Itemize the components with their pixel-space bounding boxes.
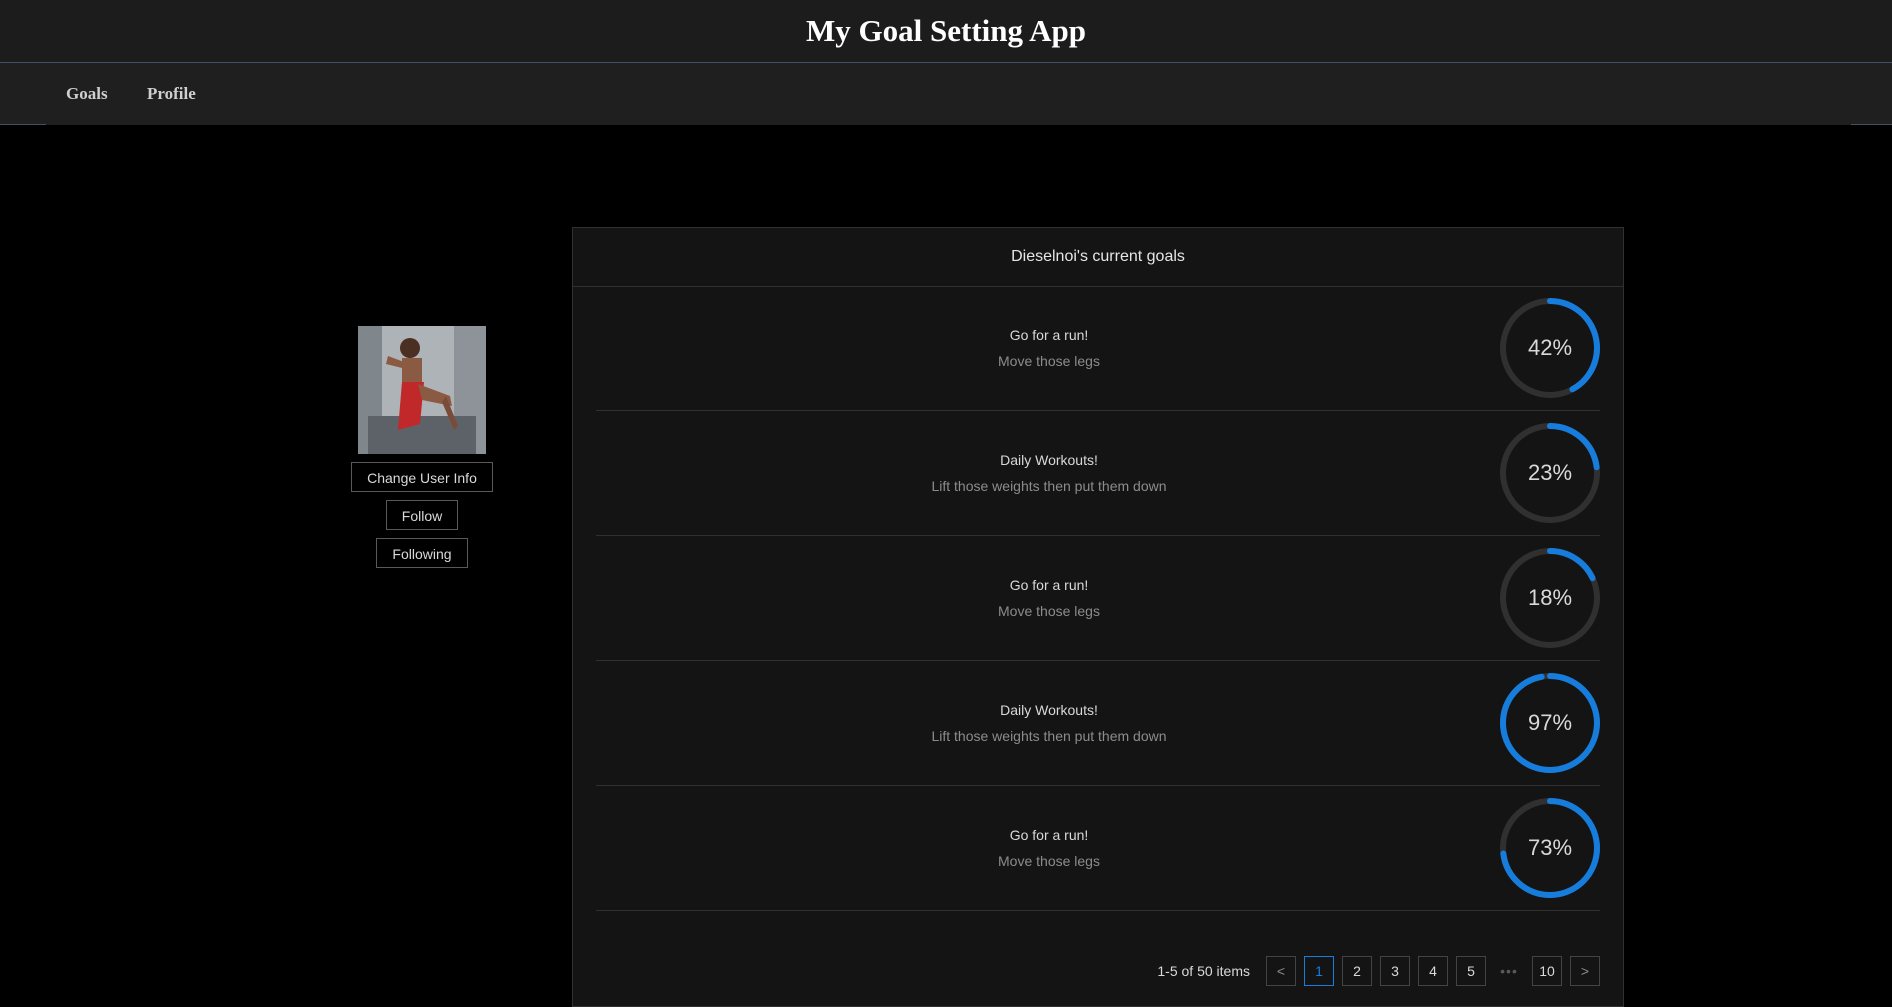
goal-description: Lift those weights then put them down bbox=[931, 728, 1167, 744]
goal-title: Go for a run! bbox=[1009, 827, 1089, 843]
app-header: My Goal Setting App bbox=[0, 0, 1892, 63]
goal-progress-circle: 97% bbox=[1500, 673, 1600, 773]
page-5-button[interactable]: 5 bbox=[1456, 956, 1486, 986]
page-4-button[interactable]: 4 bbox=[1418, 956, 1448, 986]
app-title: My Goal Setting App bbox=[806, 13, 1086, 48]
nav-bar: Goals Profile bbox=[0, 63, 1892, 125]
goal-item[interactable]: Daily Workouts! Lift those weights then … bbox=[596, 661, 1600, 786]
goal-progress-circle: 42% bbox=[1500, 298, 1600, 398]
goal-description: Move those legs bbox=[998, 853, 1100, 869]
goal-title: Go for a run! bbox=[1009, 577, 1089, 593]
goal-progress-label: 97% bbox=[1527, 710, 1573, 735]
following-button[interactable]: Following bbox=[376, 538, 468, 568]
goal-progress-label: 42% bbox=[1527, 335, 1573, 360]
pagination-ellipsis[interactable]: ••• bbox=[1494, 956, 1524, 986]
page-1-button[interactable]: 1 bbox=[1304, 956, 1334, 986]
goal-progress-circle: 73% bbox=[1500, 798, 1600, 898]
nav-item-profile[interactable]: Profile bbox=[147, 63, 196, 125]
pagination: 1-5 of 50 items < 1 2 3 4 5 ••• 10 > bbox=[573, 956, 1600, 986]
goal-text: Go for a run! Move those legs bbox=[596, 786, 1502, 910]
goal-text: Daily Workouts! Lift those weights then … bbox=[596, 661, 1502, 785]
goal-description: Lift those weights then put them down bbox=[931, 478, 1167, 494]
change-user-info-button[interactable]: Change User Info bbox=[351, 462, 493, 492]
goals-card-header: Dieselnoi's current goals bbox=[573, 228, 1623, 287]
goal-progress-circle: 23% bbox=[1500, 423, 1600, 523]
goal-progress-label: 73% bbox=[1527, 835, 1573, 860]
goal-item[interactable]: Daily Workouts! Lift those weights then … bbox=[596, 411, 1600, 536]
goal-title: Daily Workouts! bbox=[1000, 702, 1098, 718]
goal-description: Move those legs bbox=[998, 353, 1100, 369]
profile-panel: Change User Info Follow Following bbox=[340, 326, 504, 568]
goal-title: Daily Workouts! bbox=[1000, 452, 1098, 468]
pagination-total: 1-5 of 50 items bbox=[1157, 963, 1250, 979]
nav-divider bbox=[0, 124, 46, 125]
page-3-button[interactable]: 3 bbox=[1380, 956, 1410, 986]
page-10-button[interactable]: 10 bbox=[1532, 956, 1562, 986]
goal-list: Go for a run! Move those legs 42% Daily … bbox=[596, 286, 1600, 911]
goal-text: Go for a run! Move those legs bbox=[596, 536, 1502, 660]
goal-progress-label: 23% bbox=[1527, 460, 1573, 485]
chevron-right-icon: > bbox=[1580, 963, 1590, 979]
goals-card: Dieselnoi's current goals Go for a run! … bbox=[572, 227, 1624, 1007]
goal-text: Daily Workouts! Lift those weights then … bbox=[596, 411, 1502, 535]
goal-progress-circle: 18% bbox=[1500, 548, 1600, 648]
avatar-photo bbox=[358, 326, 486, 454]
next-page-button[interactable]: > bbox=[1570, 956, 1600, 986]
goal-title: Go for a run! bbox=[1009, 327, 1089, 343]
page-2-button[interactable]: 2 bbox=[1342, 956, 1372, 986]
nav-item-goals[interactable]: Goals bbox=[66, 63, 108, 125]
goal-item[interactable]: Go for a run! Move those legs 18% bbox=[596, 536, 1600, 661]
goal-text: Go for a run! Move those legs bbox=[596, 286, 1502, 410]
goal-item[interactable]: Go for a run! Move those legs 73% bbox=[596, 786, 1600, 911]
nav-divider bbox=[1851, 124, 1892, 125]
goal-item[interactable]: Go for a run! Move those legs 42% bbox=[596, 286, 1600, 411]
avatar bbox=[358, 326, 486, 454]
prev-page-button[interactable]: < bbox=[1266, 956, 1296, 986]
follow-button[interactable]: Follow bbox=[385, 500, 459, 530]
goal-progress-label: 18% bbox=[1527, 585, 1573, 610]
chevron-left-icon: < bbox=[1276, 963, 1286, 979]
goal-description: Move those legs bbox=[998, 603, 1100, 619]
